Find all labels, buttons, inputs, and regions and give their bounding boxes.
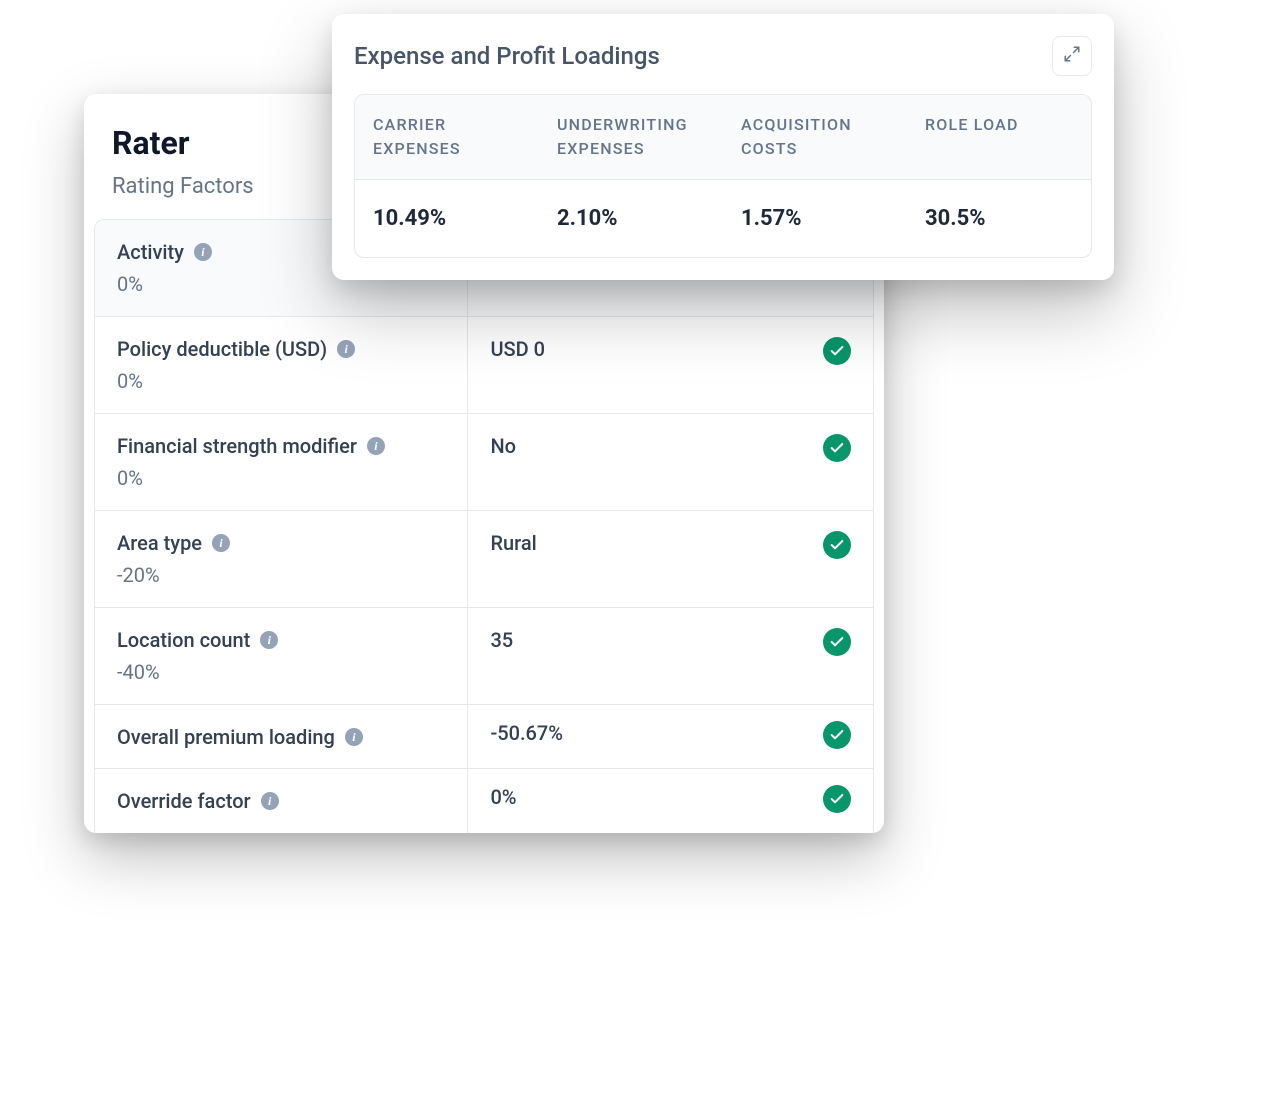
factor-row: Location count -40% 35 <box>95 608 873 705</box>
info-icon[interactable] <box>261 792 279 810</box>
factor-percent: -20% <box>117 563 445 587</box>
loadings-table: CARRIER EXPENSESUNDERWRITING EXPENSESACQ… <box>354 94 1092 258</box>
factor-label: Policy deductible (USD) <box>117 337 327 361</box>
info-icon[interactable] <box>345 728 363 746</box>
factor-value: 0% <box>490 785 516 809</box>
loadings-value: 10.49% <box>355 180 539 257</box>
factor-label-cell: Override factor <box>95 769 468 833</box>
rating-factors-table: Activity 0% Policy deductible (USD) 0% USD 0… <box>94 219 874 833</box>
factor-percent: 0% <box>117 466 445 490</box>
loadings-value: 1.57% <box>723 180 907 257</box>
check-icon <box>823 434 851 462</box>
loadings-value: 2.10% <box>539 180 723 257</box>
factor-label: Activity <box>117 240 184 264</box>
check-icon <box>823 628 851 656</box>
loadings-header: Expense and Profit Loadings <box>354 36 1092 76</box>
factor-label: Financial strength modifier <box>117 434 357 458</box>
factor-value: -50.67% <box>490 721 563 745</box>
factor-label-cell: Area type -20% <box>95 511 468 607</box>
factor-value-cell: Rural <box>468 511 873 607</box>
info-icon[interactable] <box>212 534 230 552</box>
factor-label-line: Location count <box>117 628 445 652</box>
loadings-column-header: CARRIER EXPENSES <box>355 95 539 179</box>
loadings-value: 30.5% <box>907 180 1091 257</box>
factor-label-line: Overall premium loading <box>117 725 445 749</box>
factor-label-cell: Policy deductible (USD) 0% <box>95 317 468 413</box>
factor-value: USD 0 <box>490 337 545 361</box>
factor-label: Overall premium loading <box>117 725 335 749</box>
info-icon[interactable] <box>367 437 385 455</box>
loadings-column-header: UNDERWRITING EXPENSES <box>539 95 723 179</box>
info-icon[interactable] <box>194 243 212 261</box>
check-icon <box>823 337 851 365</box>
factor-label-line: Financial strength modifier <box>117 434 445 458</box>
factor-row: Financial strength modifier 0% No <box>95 414 873 511</box>
factor-value-cell: 0% <box>468 769 873 833</box>
factor-label-line: Policy deductible (USD) <box>117 337 445 361</box>
factor-label: Override factor <box>117 789 251 813</box>
loadings-card: Expense and Profit Loadings CARRIER EXPE… <box>332 14 1114 280</box>
check-icon <box>823 721 851 749</box>
expand-button[interactable] <box>1052 36 1092 76</box>
loadings-column-header: ROLE LOAD <box>907 95 1091 179</box>
factor-value-cell: -50.67% <box>468 705 873 768</box>
loadings-table-head: CARRIER EXPENSESUNDERWRITING EXPENSESACQ… <box>355 95 1091 180</box>
info-icon[interactable] <box>260 631 278 649</box>
factor-value: Rural <box>490 531 536 555</box>
info-icon[interactable] <box>337 340 355 358</box>
loadings-title: Expense and Profit Loadings <box>354 42 660 70</box>
factor-label-cell: Financial strength modifier 0% <box>95 414 468 510</box>
factor-label-line: Override factor <box>117 789 445 813</box>
factor-label: Location count <box>117 628 250 652</box>
factor-row: Overall premium loading -50.67% <box>95 705 873 769</box>
factor-label-cell: Location count -40% <box>95 608 468 704</box>
factor-row: Policy deductible (USD) 0% USD 0 <box>95 317 873 414</box>
expand-icon <box>1063 45 1081 67</box>
factor-value-cell: USD 0 <box>468 317 873 413</box>
factor-value-cell: 35 <box>468 608 873 704</box>
check-icon <box>823 531 851 559</box>
factor-row: Area type -20% Rural <box>95 511 873 608</box>
factor-value: No <box>490 434 516 458</box>
factor-label: Area type <box>117 531 202 555</box>
factor-label-cell: Overall premium loading <box>95 705 468 768</box>
loadings-table-row: 10.49%2.10%1.57%30.5% <box>355 180 1091 257</box>
factor-value: 35 <box>490 628 513 652</box>
check-icon <box>823 785 851 813</box>
factor-label-line: Area type <box>117 531 445 555</box>
loadings-column-header: ACQUISITION COSTS <box>723 95 907 179</box>
factor-percent: -40% <box>117 660 445 684</box>
factor-row: Override factor 0% <box>95 769 873 833</box>
factor-value-cell: No <box>468 414 873 510</box>
factor-percent: 0% <box>117 369 445 393</box>
